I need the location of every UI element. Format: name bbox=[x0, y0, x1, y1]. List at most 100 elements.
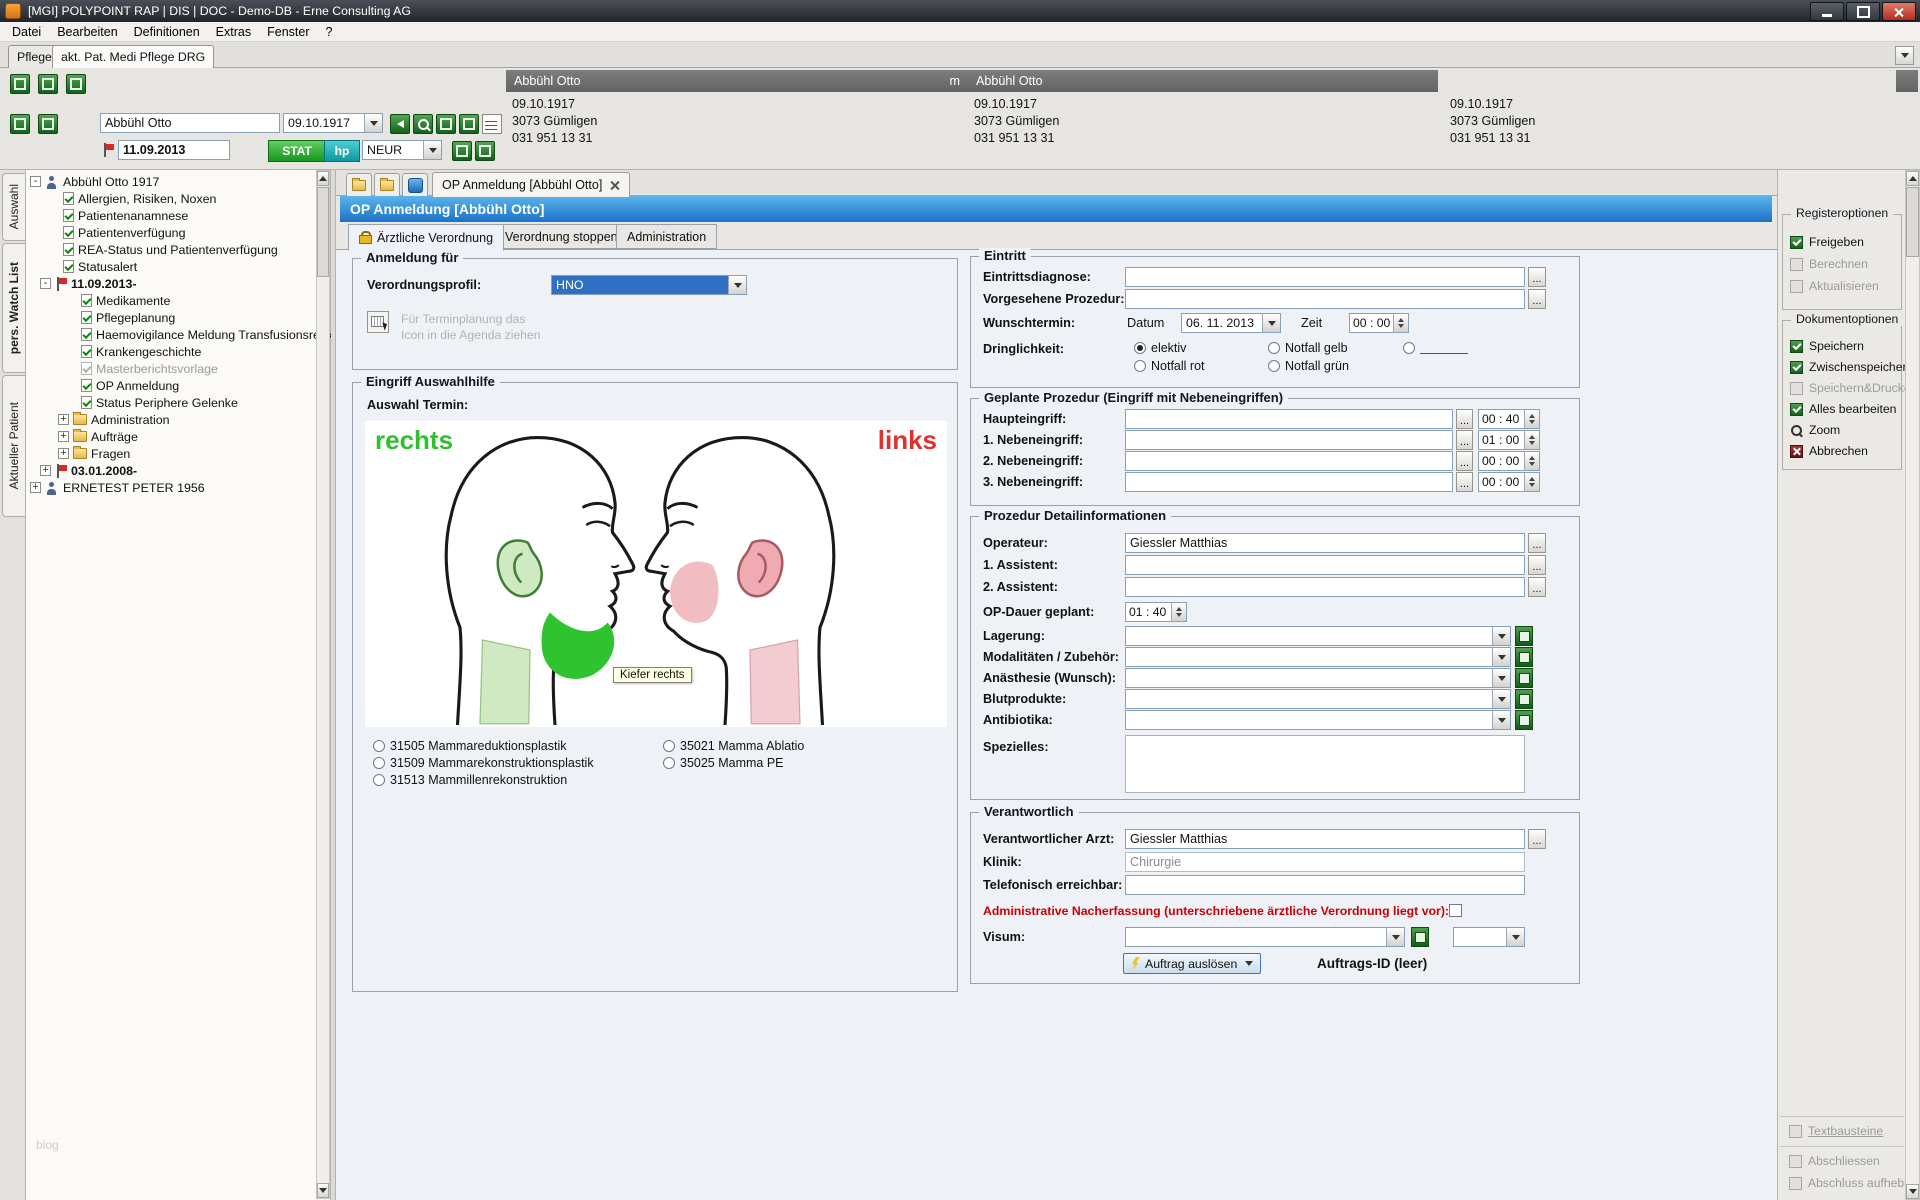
spinner-arrows[interactable] bbox=[1524, 452, 1539, 470]
minitab-folder-2[interactable] bbox=[374, 173, 400, 197]
radio-sonstige[interactable] bbox=[1403, 341, 1468, 354]
combo-button[interactable] bbox=[1492, 648, 1510, 666]
formtab-aerztliche-verordnung[interactable]: Ärztliche Verordnung bbox=[348, 224, 504, 251]
eintrittsdiagnose-browse-button[interactable]: ... bbox=[1528, 267, 1546, 287]
option-zwischenspeichern[interactable]: Zwischenspeichern bbox=[1790, 360, 1913, 374]
option-abbrechen[interactable]: Abbrechen bbox=[1790, 444, 1868, 458]
radio-notfall-rot[interactable]: Notfall rot bbox=[1134, 359, 1205, 373]
operateur-field[interactable]: Giessler Matthias bbox=[1125, 533, 1525, 553]
radio-icon[interactable] bbox=[663, 740, 675, 752]
tree-item[interactable]: Status Periphere Gelenke bbox=[30, 394, 314, 411]
option-freigeben[interactable]: Freigeben bbox=[1790, 235, 1864, 249]
document-tab-close-icon[interactable] bbox=[610, 180, 620, 190]
nebeneingriff1-field[interactable] bbox=[1125, 430, 1453, 450]
anaesthesie-detail-button[interactable] bbox=[1515, 668, 1533, 688]
tree-item[interactable]: Patientenverfügung bbox=[30, 224, 314, 241]
haupteingriff-time-spinner[interactable]: 00 : 40 bbox=[1478, 409, 1540, 429]
spinner-arrows[interactable] bbox=[1171, 603, 1186, 621]
blutprodukte-detail-button[interactable] bbox=[1515, 689, 1533, 709]
antibiotika-combo[interactable] bbox=[1125, 710, 1511, 730]
blutprodukte-combo[interactable] bbox=[1125, 689, 1511, 709]
browse-button[interactable]: ... bbox=[1456, 430, 1473, 450]
tree-item[interactable]: Medikamente bbox=[30, 292, 314, 309]
toolbar-open-button[interactable] bbox=[38, 114, 58, 134]
tree-item-patient[interactable]: +ERNETEST PETER 1956 bbox=[30, 479, 314, 496]
close-button[interactable] bbox=[1882, 2, 1916, 21]
patient-name-field[interactable]: Abbühl Otto bbox=[100, 113, 280, 133]
tab-akt-pat[interactable]: akt. Pat. Medi Pflege DRG bbox=[52, 45, 214, 68]
assistent2-field[interactable] bbox=[1125, 577, 1525, 597]
auftrag-ausloesen-button[interactable]: Auftrag auslösen bbox=[1123, 953, 1261, 974]
nebeneingriff2-time-spinner[interactable]: 00 : 00 bbox=[1478, 451, 1540, 471]
formtab-administration[interactable]: Administration bbox=[616, 224, 717, 249]
radio-icon[interactable] bbox=[1268, 342, 1280, 354]
toolbar-link-button[interactable] bbox=[10, 74, 30, 94]
tree-item[interactable]: REA-Status und Patientenverfügung bbox=[30, 241, 314, 258]
option-35025[interactable]: 35025 Mamma PE bbox=[663, 756, 784, 770]
vorgesehene-prozedur-browse-button[interactable]: ... bbox=[1528, 289, 1546, 309]
next-button[interactable] bbox=[475, 141, 495, 161]
scroll-up-button[interactable] bbox=[317, 171, 329, 186]
radio-notfall-gelb[interactable]: Notfall gelb bbox=[1268, 341, 1348, 355]
neur-combo-button[interactable] bbox=[423, 141, 441, 159]
expand-icon[interactable]: + bbox=[58, 414, 69, 425]
nebeneingriff1-time-spinner[interactable]: 01 : 00 bbox=[1478, 430, 1540, 450]
option-speichern[interactable]: Speichern bbox=[1790, 339, 1864, 353]
combo-button[interactable] bbox=[1492, 690, 1510, 708]
spinner-arrows[interactable] bbox=[1393, 314, 1408, 332]
option-35021[interactable]: 35021 Mamma Ablatio bbox=[663, 739, 804, 753]
minimize-button[interactable] bbox=[1810, 2, 1844, 21]
collapse-icon[interactable]: - bbox=[40, 278, 51, 289]
back-button[interactable] bbox=[390, 114, 410, 134]
combo-button[interactable] bbox=[1386, 928, 1404, 946]
radio-icon[interactable] bbox=[373, 757, 385, 769]
menu-extras[interactable]: Extras bbox=[208, 24, 259, 40]
radio-icon[interactable] bbox=[1403, 342, 1415, 354]
search-button[interactable] bbox=[413, 114, 433, 134]
nebeneingriff3-field[interactable] bbox=[1125, 472, 1453, 492]
scroll-up-button[interactable] bbox=[1906, 171, 1919, 186]
radio-icon[interactable] bbox=[663, 757, 675, 769]
tree-item-date[interactable]: -11.09.2013- bbox=[30, 275, 314, 292]
tree-item-folder[interactable]: +Administration bbox=[30, 411, 314, 428]
minitab-folder-1[interactable] bbox=[346, 173, 372, 197]
tree-scrollbar[interactable] bbox=[316, 170, 330, 1199]
combo-button[interactable] bbox=[728, 276, 746, 294]
tree-item[interactable]: Statusalert bbox=[30, 258, 314, 275]
expand-icon[interactable]: + bbox=[58, 431, 69, 442]
list-button[interactable] bbox=[482, 114, 502, 134]
verantwortlicher-arzt-field[interactable]: Giessler Matthias bbox=[1125, 829, 1525, 849]
tree-item[interactable]: Haemovigilance Meldung Transfusionsreakt… bbox=[30, 326, 314, 343]
spinner-arrows[interactable] bbox=[1524, 473, 1539, 491]
menu-bearbeiten[interactable]: Bearbeiten bbox=[49, 24, 125, 40]
radio-elektiv[interactable]: elektiv bbox=[1134, 341, 1186, 355]
neur-combo[interactable]: NEUR bbox=[362, 140, 442, 160]
assistent2-browse-button[interactable]: ... bbox=[1528, 577, 1546, 597]
combo-button[interactable] bbox=[1492, 711, 1510, 729]
visum-combo[interactable] bbox=[1125, 927, 1405, 947]
browse-button[interactable]: ... bbox=[1456, 472, 1473, 492]
head-selection-image[interactable]: rechts links bbox=[365, 421, 947, 727]
wunschtermin-datum-combo[interactable]: 06. 11. 2013 bbox=[1181, 313, 1281, 333]
wunschtermin-zeit-spinner[interactable]: 00 : 00 bbox=[1349, 313, 1409, 333]
eintrittsdiagnose-field[interactable] bbox=[1125, 267, 1525, 287]
hp-button[interactable]: hp bbox=[324, 140, 360, 162]
tree-item-date[interactable]: +03.01.2008- bbox=[30, 462, 314, 479]
sidetab-aktueller-patient[interactable]: Aktueller Patient bbox=[2, 375, 25, 517]
menu-help[interactable]: ? bbox=[318, 24, 341, 40]
expand-icon[interactable]: + bbox=[58, 448, 69, 459]
option-31513[interactable]: 31513 Mammillenrekonstruktion bbox=[373, 773, 567, 787]
combo-button[interactable] bbox=[1492, 669, 1510, 687]
telefonisch-field[interactable] bbox=[1125, 875, 1525, 895]
spinner-arrows[interactable] bbox=[1524, 431, 1539, 449]
toolbar-home-button[interactable] bbox=[38, 74, 58, 94]
haupteingriff-field[interactable] bbox=[1125, 409, 1453, 429]
nebeneingriff2-field[interactable] bbox=[1125, 451, 1453, 471]
minitab-info[interactable] bbox=[402, 173, 428, 197]
tree-item[interactable]: Pflegeplanung bbox=[30, 309, 314, 326]
visum-combo-2[interactable] bbox=[1453, 927, 1525, 947]
agenda-drag-icon[interactable] bbox=[367, 311, 389, 333]
toolbar-new-button[interactable] bbox=[10, 114, 30, 134]
spinner-arrows[interactable] bbox=[1524, 410, 1539, 428]
tree-item-op-anmeldung[interactable]: OP Anmeldung bbox=[30, 377, 314, 394]
